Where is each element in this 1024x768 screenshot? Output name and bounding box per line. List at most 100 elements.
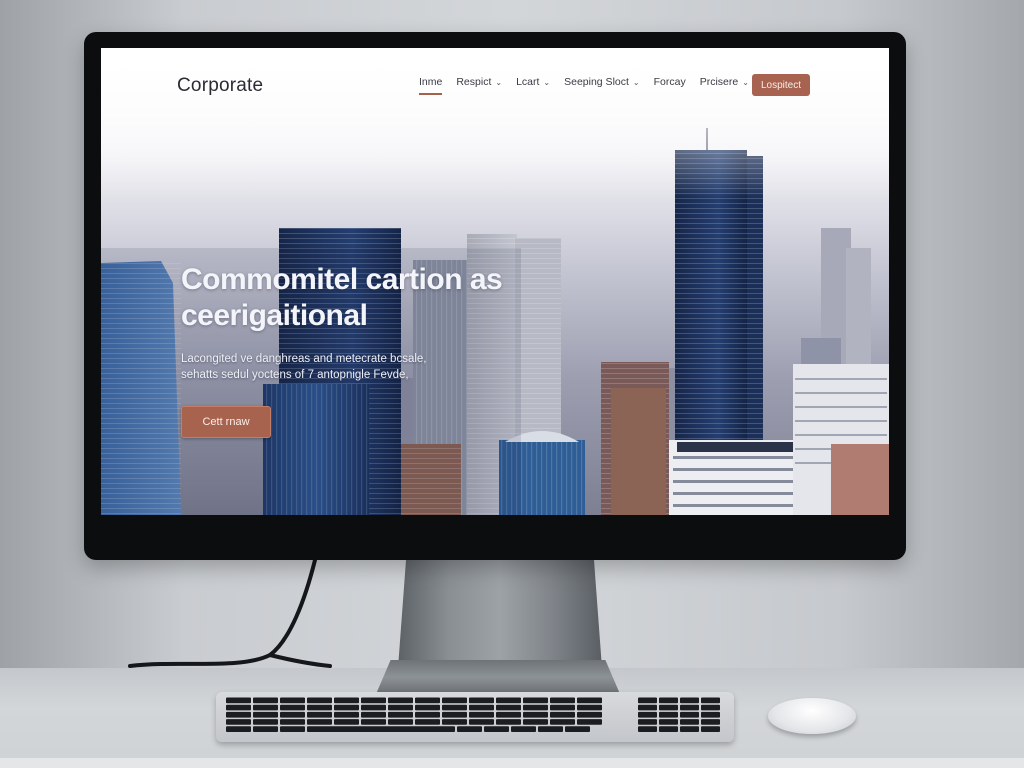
key xyxy=(577,711,602,718)
key xyxy=(550,697,575,704)
nav-item-seeping-sloct[interactable]: Seeping Sloct ⌄ xyxy=(564,76,640,88)
key xyxy=(469,704,494,711)
numpad-key xyxy=(680,704,699,711)
nav-item-home[interactable]: Inme xyxy=(419,76,443,95)
key xyxy=(442,704,467,711)
key xyxy=(361,711,386,718)
numpad-key xyxy=(638,726,657,732)
numpad-key xyxy=(701,719,720,725)
key xyxy=(226,719,251,725)
numpad-key xyxy=(701,726,720,732)
key xyxy=(415,697,440,704)
key xyxy=(307,719,332,725)
hero-title: Commomitel cartion as ceerigaitional xyxy=(181,262,541,334)
key xyxy=(280,697,305,704)
key xyxy=(550,719,575,725)
hero-cta-button[interactable]: Cett rnaw xyxy=(181,406,271,438)
numpad-key xyxy=(680,711,699,718)
key xyxy=(511,726,536,732)
key xyxy=(334,711,359,718)
key xyxy=(496,697,521,704)
key xyxy=(565,726,590,732)
main-nav: Inme Respict ⌄ Lcart ⌄ Seeping Sloct ⌄ F… xyxy=(419,76,763,95)
key xyxy=(538,726,563,732)
numpad-key xyxy=(701,711,720,718)
chevron-down-icon: ⌄ xyxy=(495,77,503,87)
nav-item-label: Seeping Sloct xyxy=(564,76,629,88)
key xyxy=(469,711,494,718)
numpad-key xyxy=(680,697,699,704)
desk-edge xyxy=(0,758,1024,768)
key xyxy=(388,711,413,718)
key xyxy=(253,711,278,718)
chevron-down-icon: ⌄ xyxy=(742,77,749,87)
key xyxy=(388,704,413,711)
nav-item-label: Prcisere xyxy=(699,76,739,88)
key xyxy=(253,726,278,732)
hero-subtitle: Lacongited ve danghreas and metecrate bc… xyxy=(181,351,481,383)
key xyxy=(442,711,467,718)
numpad-key xyxy=(638,719,657,725)
key xyxy=(550,711,575,718)
keyboard xyxy=(216,692,734,742)
key xyxy=(550,704,575,711)
key xyxy=(253,719,278,725)
hero-title-line: ceerigaitional xyxy=(181,299,368,332)
key xyxy=(523,704,548,711)
key xyxy=(361,697,386,704)
nav-item-prcisere[interactable]: Prcisere ⌄ xyxy=(700,76,749,88)
key xyxy=(469,697,494,704)
key xyxy=(334,697,359,704)
key xyxy=(442,719,467,725)
chevron-down-icon: ⌄ xyxy=(543,77,551,87)
numpad-key xyxy=(659,719,678,725)
nav-item-label: Inme xyxy=(419,76,443,88)
key xyxy=(226,704,251,711)
key xyxy=(415,704,440,711)
key xyxy=(226,697,251,704)
key xyxy=(253,704,278,711)
numpad-key xyxy=(659,711,678,718)
nav-cta-button[interactable]: Lospitect xyxy=(752,74,810,96)
key xyxy=(415,719,440,725)
key xyxy=(334,719,359,725)
key xyxy=(577,719,602,725)
key xyxy=(388,697,413,704)
website-screen: Corporate Inme Respict ⌄ Lcart ⌄ Seeping… xyxy=(101,48,889,515)
numpad-key xyxy=(701,704,720,711)
key xyxy=(334,704,359,711)
mouse xyxy=(768,698,856,734)
hero-subtitle-line: sehatts sedul yoctens of 7 antopnigle Fe… xyxy=(181,369,409,381)
key xyxy=(523,697,548,704)
monitor-stand-base xyxy=(376,660,620,694)
key xyxy=(280,726,305,732)
key xyxy=(307,704,332,711)
key xyxy=(280,711,305,718)
numpad-key xyxy=(659,704,678,711)
key xyxy=(361,719,386,725)
key xyxy=(307,726,455,732)
chevron-down-icon: ⌄ xyxy=(632,77,640,87)
brand-logo[interactable]: Corporate xyxy=(177,75,263,97)
key xyxy=(442,697,467,704)
keyboard-keys xyxy=(226,697,720,732)
numpad-key xyxy=(638,697,657,704)
key xyxy=(496,719,521,725)
key xyxy=(253,697,278,704)
nav-item-respict[interactable]: Respict ⌄ xyxy=(456,76,502,88)
key xyxy=(280,704,305,711)
numpad-key xyxy=(638,711,657,718)
nav-item-label: Lcart xyxy=(516,76,540,88)
nav-item-label: Forcay xyxy=(653,76,686,88)
key xyxy=(226,711,251,718)
key xyxy=(523,719,548,725)
nav-item-label: Respict xyxy=(456,76,492,88)
key xyxy=(307,711,332,718)
nav-item-forcay[interactable]: Forcay xyxy=(654,76,686,88)
nav-item-lcart[interactable]: Lcart ⌄ xyxy=(516,76,550,88)
key xyxy=(457,726,482,732)
key xyxy=(280,719,305,725)
key xyxy=(484,726,509,732)
hero-subtitle-line: Lacongited ve danghreas and metecrate bc… xyxy=(181,353,427,365)
key xyxy=(388,719,413,725)
